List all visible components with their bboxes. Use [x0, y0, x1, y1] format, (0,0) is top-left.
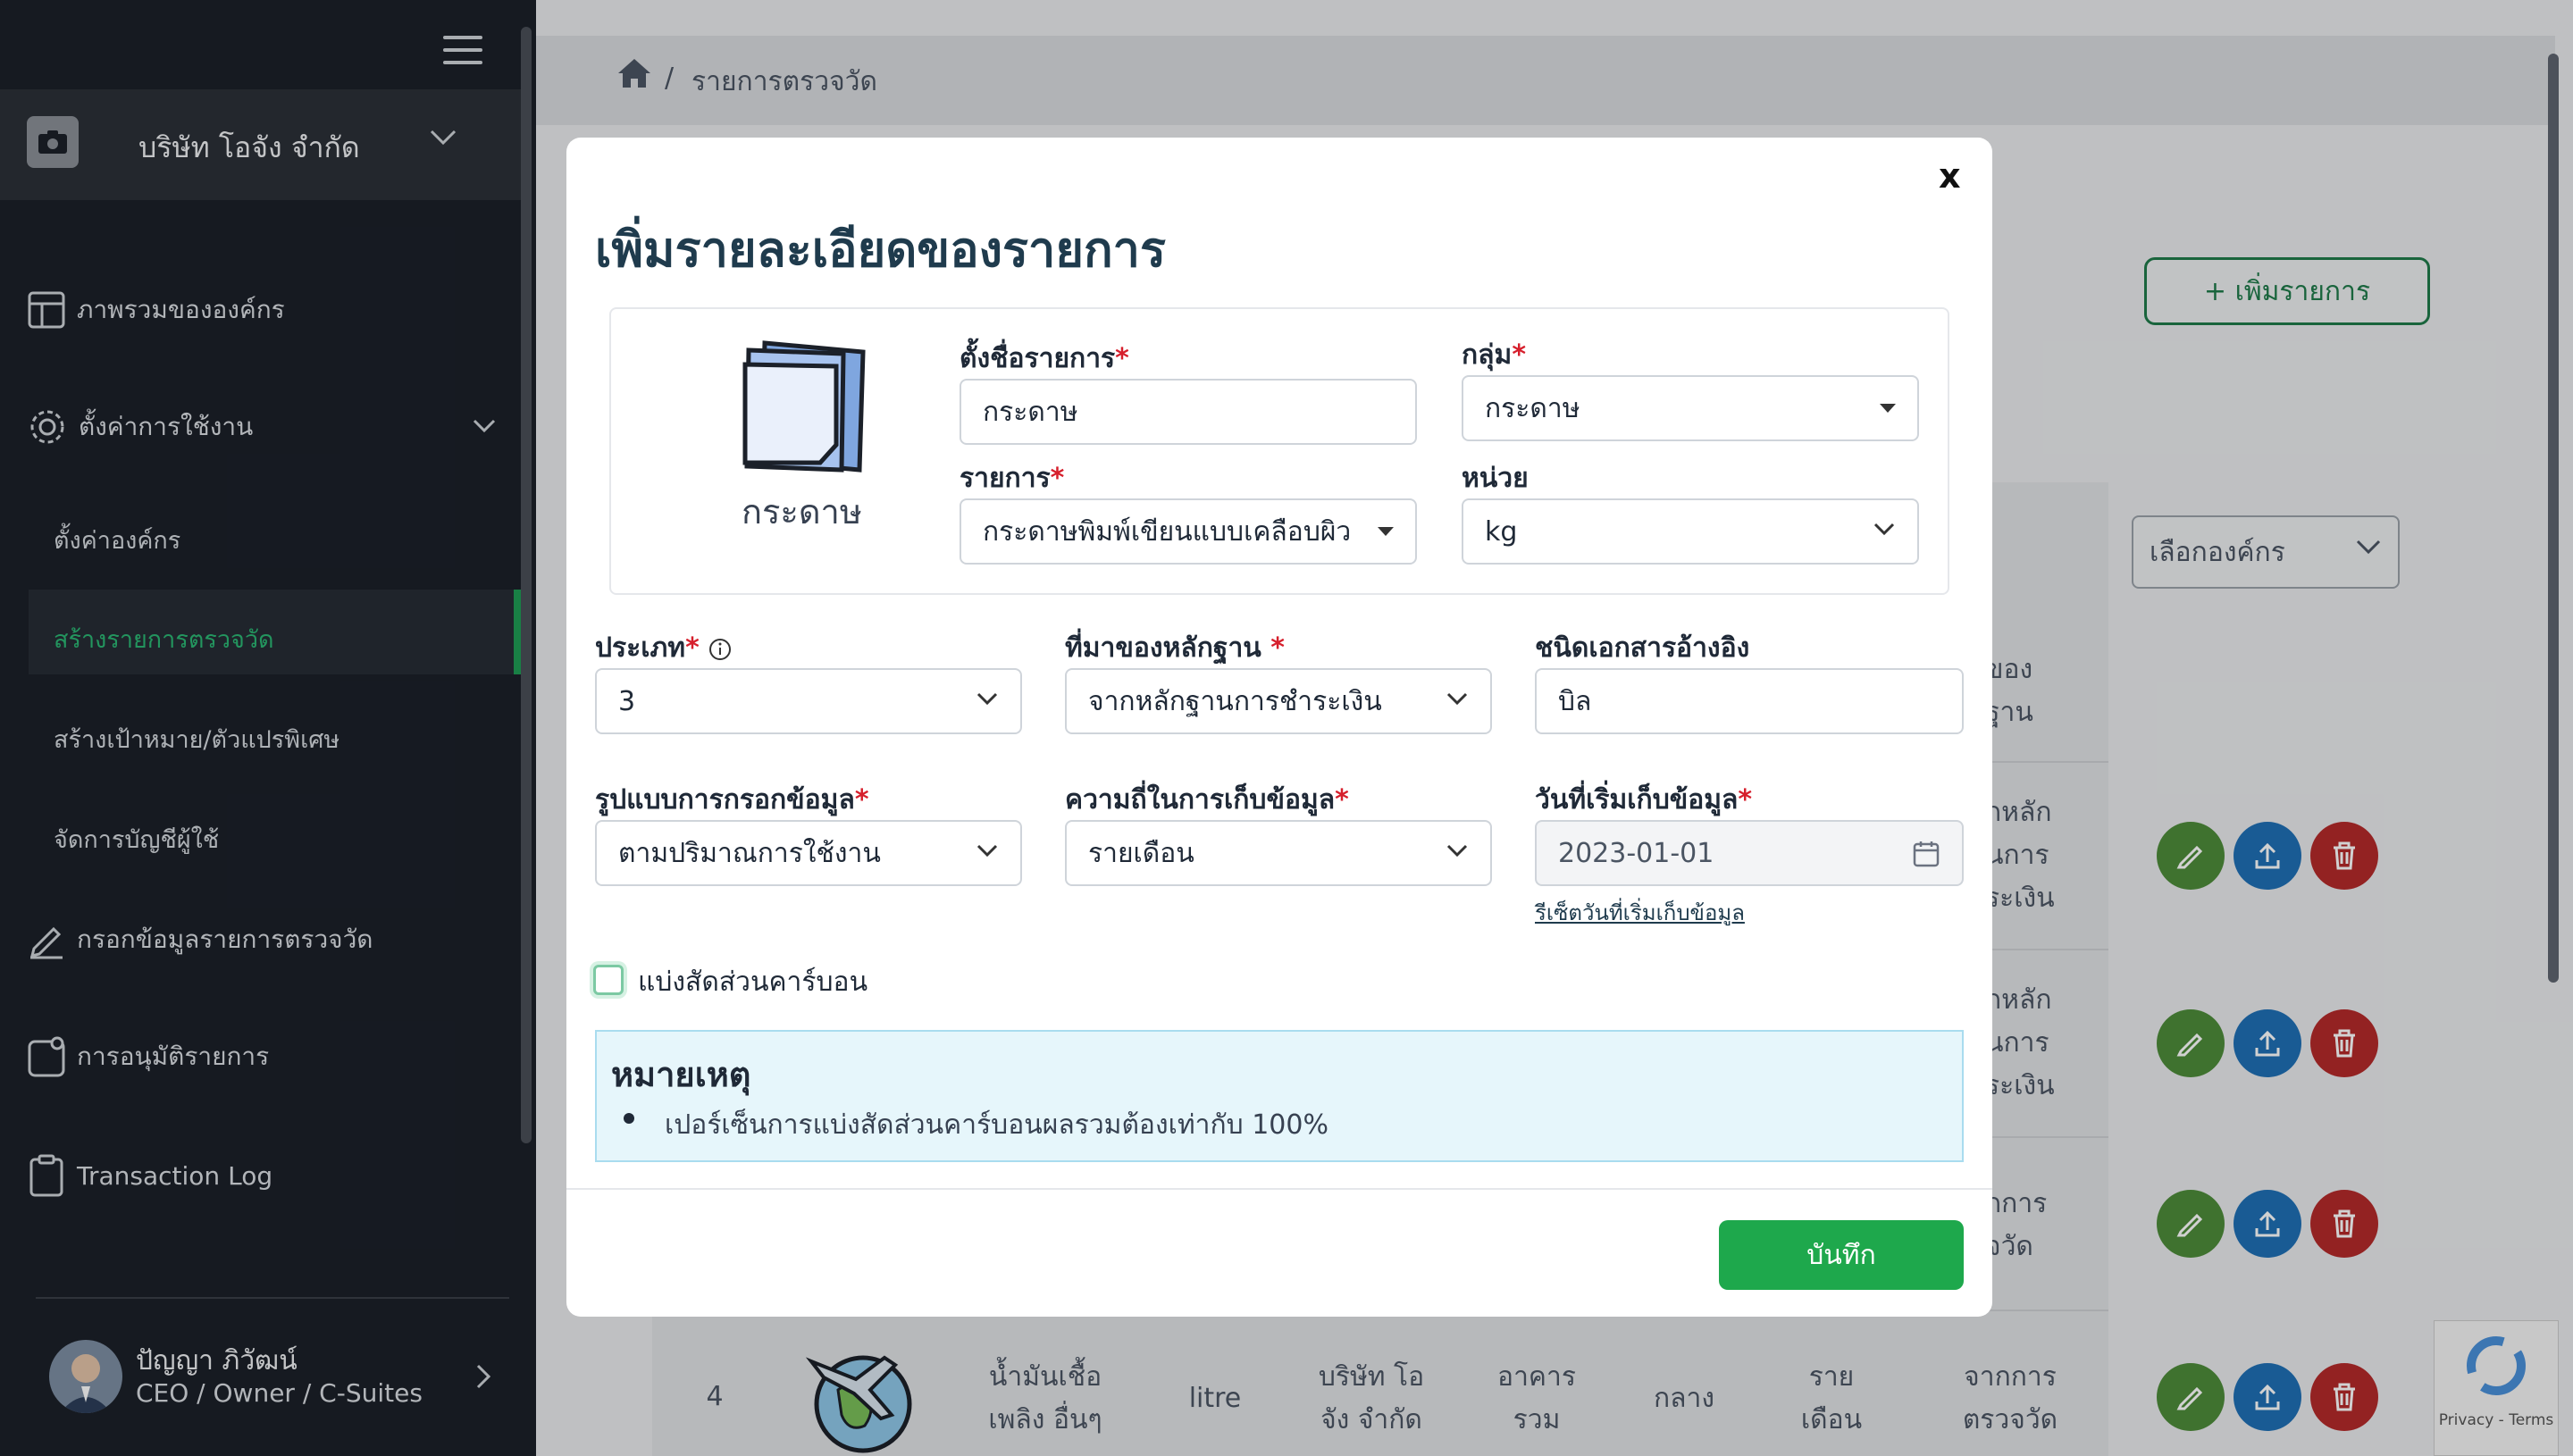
bullet: [624, 1113, 634, 1124]
chevron-down-icon: [1446, 692, 1468, 706]
chevron-down-icon: [1873, 523, 1895, 536]
frequency-select[interactable]: รายเดือน: [1065, 820, 1492, 886]
note-text: เปอร์เซ็นการแบ่งสัดส่วนคาร์บอนผลรวมต้องเ…: [665, 1109, 1328, 1141]
paper-icon: [742, 340, 866, 473]
chevron-down-icon: [976, 844, 998, 858]
doctype-label: ชนิดเอกสารอ้างอิง: [1535, 632, 1750, 664]
group-label: กลุ่ม*: [1462, 339, 1527, 371]
item-image-label: กระดาษ: [742, 492, 862, 531]
chevron-down-icon: [976, 692, 998, 706]
name-label: ตั้งชื่อรายการ*: [960, 343, 1129, 374]
info-icon[interactable]: [708, 638, 732, 661]
group-value: กระดาษ: [1485, 392, 1580, 424]
carbon-split-label[interactable]: แบ่งสัดส่วนคาร์บอน: [638, 961, 867, 1003]
close-button[interactable]: x: [1939, 156, 1961, 196]
unit-label: หน่วย: [1462, 463, 1529, 494]
group-select[interactable]: กระดาษ: [1462, 375, 1919, 441]
modal-title: เพิ่มรายละเอียดของรายการ: [595, 222, 1167, 278]
unit-select[interactable]: kg: [1462, 498, 1919, 565]
item-label: รายการ*: [960, 463, 1065, 494]
start-date-label: วันที่เริ่มเก็บข้อมูล*: [1535, 784, 1753, 816]
evidence-label: ที่มาของหลักฐาน *: [1065, 632, 1285, 664]
caret-down-icon: [1880, 404, 1896, 413]
reset-start-date-link[interactable]: รีเซ็ตวันที่เริ่มเก็บข้อมูล: [1535, 895, 1745, 930]
divider: [566, 1188, 1992, 1190]
note-title: หมายเหตุ: [611, 1055, 751, 1094]
chevron-down-icon: [1446, 844, 1468, 858]
start-date-input[interactable]: 2023-01-01: [1535, 820, 1964, 886]
item-name-input[interactable]: กระดาษ: [960, 379, 1417, 445]
input-format-label: รูปแบบการกรอกข้อมูล*: [595, 784, 869, 816]
type-select[interactable]: 3: [595, 668, 1022, 734]
type-label: ประเภท*: [595, 627, 732, 669]
item-value: กระดาษพิมพ์เขียนแบบเคลือบผิว: [983, 515, 1352, 548]
evidence-value: จากหลักฐานการชำระเงิน: [1088, 685, 1382, 717]
carbon-split-checkbox[interactable]: [593, 965, 624, 995]
evidence-select[interactable]: จากหลักฐานการชำระเงิน: [1065, 668, 1492, 734]
type-value: 3: [618, 685, 636, 717]
caret-down-icon: [1378, 527, 1394, 536]
frequency-label: ความถี่ในการเก็บข้อมูล*: [1065, 784, 1349, 816]
unit-value: kg: [1485, 515, 1518, 548]
frequency-value: รายเดือน: [1088, 837, 1194, 869]
calendar-icon[interactable]: [1912, 840, 1940, 868]
save-button[interactable]: บันทึก: [1719, 1220, 1964, 1290]
input-format-value: ตามปริมาณการใช้งาน: [618, 837, 881, 869]
doctype-input[interactable]: บิล: [1535, 668, 1964, 734]
input-format-select[interactable]: ตามปริมาณการใช้งาน: [595, 820, 1022, 886]
item-select[interactable]: กระดาษพิมพ์เขียนแบบเคลือบผิว: [960, 498, 1417, 565]
start-date-value: 2023-01-01: [1558, 837, 1714, 869]
item-name-value: กระดาษ: [983, 396, 1078, 428]
doctype-value: บิล: [1558, 685, 1592, 717]
